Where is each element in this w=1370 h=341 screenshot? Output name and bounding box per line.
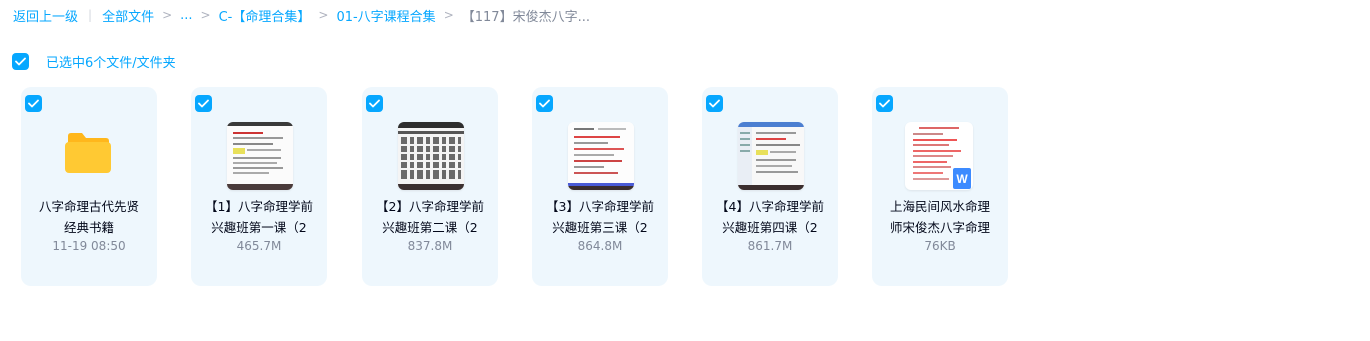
breadcrumb-separator-icon: >	[162, 8, 173, 22]
file-size: 76KB	[924, 239, 956, 253]
checkmark-icon	[28, 99, 39, 108]
document-thumbnail: W	[905, 122, 973, 190]
file-checkbox[interactable]	[25, 95, 42, 112]
word-doc-icon: W	[953, 168, 971, 189]
checkmark-icon	[15, 57, 26, 65]
file-card-video[interactable]: 【2】八字命理学前 兴趣班第二课（2 837.8M	[362, 87, 498, 286]
file-card-video[interactable]: 【3】八字命理学前 兴趣班第三课（2 864.8M	[532, 87, 668, 286]
breadcrumb-all-files-link[interactable]: 全部文件	[102, 6, 154, 25]
breadcrumb-level1-link[interactable]: C-【命理合集】	[219, 6, 311, 25]
file-size: 864.8M	[577, 239, 623, 253]
file-card-folder[interactable]: 八字命理古代先贤 经典书籍 11-19 08:50	[21, 87, 157, 286]
video-thumbnail	[398, 122, 464, 190]
file-checkbox[interactable]	[366, 95, 383, 112]
file-card-document[interactable]: W 上海民间风水命理 师宋俊杰八字命理 76KB	[872, 87, 1008, 286]
video-thumbnail	[568, 122, 634, 190]
breadcrumb-level2-link[interactable]: 01-八字课程合集	[336, 6, 435, 25]
checkmark-icon	[709, 99, 720, 108]
file-name: 上海民间风水命理 师宋俊杰八字命理	[889, 199, 990, 235]
file-name: 【3】八字命理学前 兴趣班第三课（2	[546, 199, 654, 235]
breadcrumb-current: 【117】宋俊杰八字...	[461, 9, 590, 25]
file-name: 【4】八字命理学前 兴趣班第四课（2	[716, 199, 824, 235]
file-card-video[interactable]: 【1】八字命理学前 兴趣班第一课（2 465.7M	[191, 87, 327, 286]
breadcrumb-divider: |	[88, 8, 93, 22]
file-checkbox[interactable]	[876, 95, 893, 112]
breadcrumb-separator-icon: >	[200, 8, 211, 22]
selection-count-text: 已选中6个文件/文件夹	[46, 55, 176, 71]
select-all-checkbox[interactable]	[12, 52, 29, 70]
breadcrumb-separator-icon: >	[443, 8, 454, 22]
checkmark-icon	[539, 99, 550, 108]
breadcrumb-ellipsis-link[interactable]: ...	[180, 8, 192, 23]
file-size: 837.8M	[407, 239, 453, 253]
file-name: 【2】八字命理学前 兴趣班第二课（2	[376, 199, 484, 235]
file-name: 【1】八字命理学前 兴趣班第一课（2	[205, 199, 313, 235]
breadcrumb-back-link[interactable]: 返回上一级	[13, 6, 78, 25]
file-card-video[interactable]: 【4】八字命理学前 兴趣班第四课（2 861.7M	[702, 87, 838, 286]
checkmark-icon	[198, 99, 209, 108]
file-modified-time: 11-19 08:50	[52, 239, 126, 253]
file-checkbox[interactable]	[536, 95, 553, 112]
file-size: 465.7M	[236, 239, 282, 253]
checkmark-icon	[879, 99, 890, 108]
video-thumbnail	[227, 122, 293, 190]
folder-icon	[64, 132, 112, 178]
breadcrumb-separator-icon: >	[318, 8, 329, 22]
file-name: 八字命理古代先贤 经典书籍	[38, 199, 139, 235]
file-checkbox[interactable]	[706, 95, 723, 112]
file-size: 861.7M	[747, 239, 793, 253]
file-checkbox[interactable]	[195, 95, 212, 112]
video-thumbnail	[738, 122, 804, 190]
breadcrumb: 返回上一级 | 全部文件 > ... > C-【命理合集】 > 01-八字课程合…	[13, 6, 590, 25]
selection-bar: 已选中6个文件/文件夹	[12, 52, 176, 71]
checkmark-icon	[369, 99, 380, 108]
